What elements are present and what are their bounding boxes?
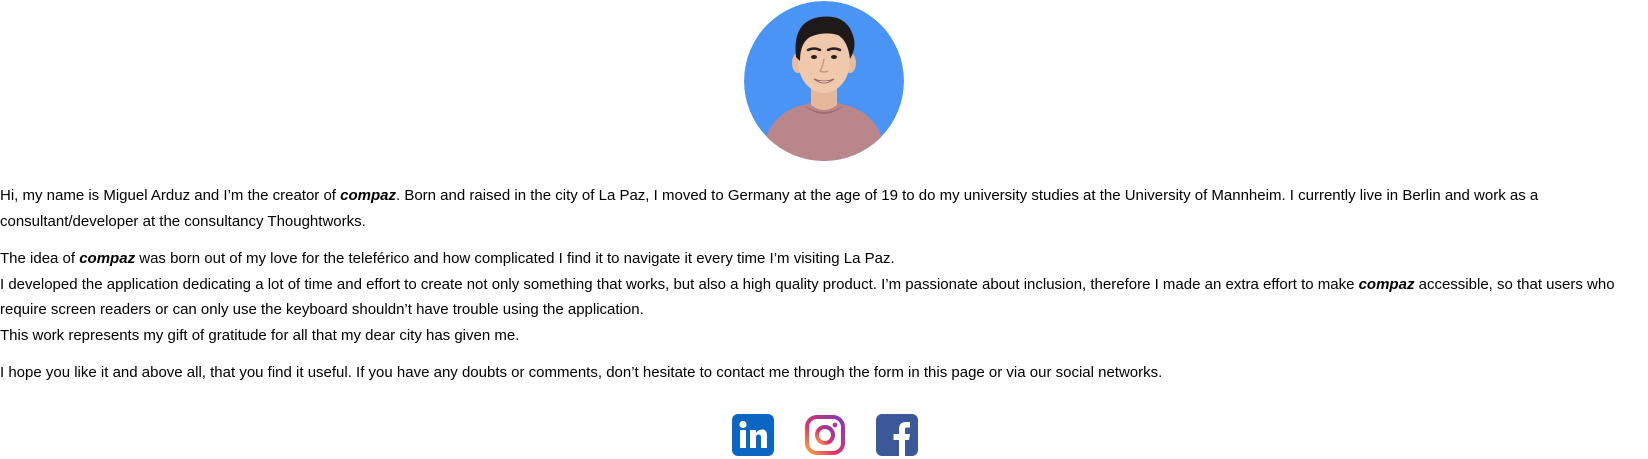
about-text: Hi, my name is Miguel Arduz and I’m the …	[0, 183, 1648, 386]
brand-name: compaz	[79, 250, 136, 267]
social-links	[0, 414, 1648, 456]
linkedin-link[interactable]	[732, 414, 774, 456]
development-paragraph: I developed the application dedicating a…	[0, 272, 1648, 323]
idea-paragraph: The idea of compaz was born out of my lo…	[0, 246, 1648, 272]
intro-paragraph: Hi, my name is Miguel Arduz and I’m the …	[0, 183, 1648, 234]
instagram-link[interactable]	[804, 414, 846, 456]
linkedin-icon	[732, 414, 774, 456]
brand-name: compaz	[1358, 275, 1415, 293]
avatar-image	[744, 1, 904, 161]
idea-text-2: was born out of my love for the teleféri…	[135, 250, 895, 267]
avatar	[744, 1, 904, 161]
facebook-link[interactable]	[876, 414, 918, 456]
intro-text-1: Hi, my name is Miguel Arduz and I’m the …	[0, 187, 341, 204]
development-text-1: I developed the application dedicating a…	[0, 275, 1359, 293]
facebook-icon	[876, 414, 918, 456]
brand-name: compaz	[340, 187, 396, 204]
instagram-icon	[805, 415, 845, 455]
idea-text-1: The idea of	[0, 250, 80, 267]
closing-paragraph: I hope you like it and above all, that y…	[0, 364, 1163, 381]
gratitude-paragraph: This work represents my gift of gratitud…	[0, 326, 520, 344]
